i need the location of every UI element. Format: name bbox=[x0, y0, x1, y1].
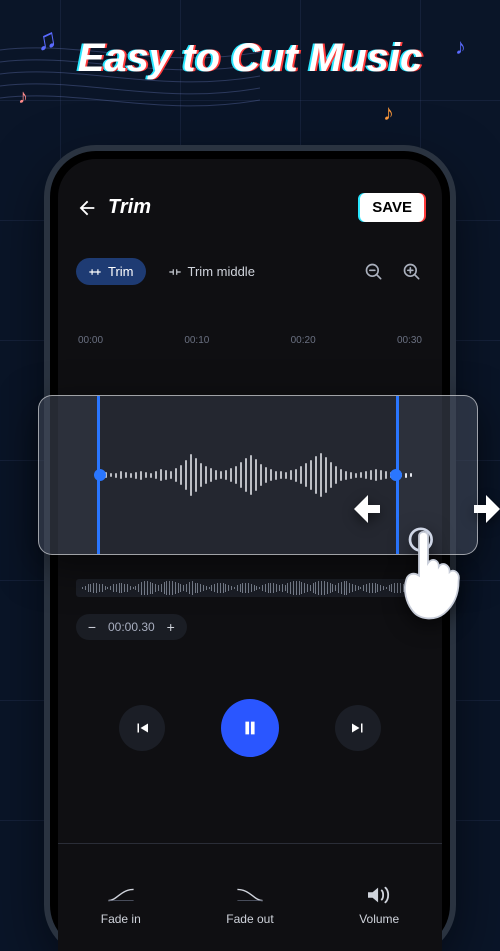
tick-label: 00:30 bbox=[397, 335, 422, 346]
fade-in-button[interactable]: Fade in bbox=[101, 884, 141, 926]
chip-trim[interactable]: Trim bbox=[76, 258, 146, 285]
trim-handle-left[interactable] bbox=[94, 469, 106, 481]
play-pause-button[interactable] bbox=[221, 699, 279, 757]
tick-label: 00:10 bbox=[184, 335, 209, 346]
next-button[interactable] bbox=[335, 705, 381, 751]
page-title: Trim bbox=[108, 196, 151, 219]
music-note-icon: ♪ bbox=[18, 86, 28, 109]
chip-label: Trim bbox=[108, 264, 134, 279]
save-button[interactable]: SAVE bbox=[360, 193, 424, 222]
music-note-icon: ♪ bbox=[383, 100, 394, 126]
previous-button[interactable] bbox=[119, 705, 165, 751]
arrow-left-icon bbox=[340, 485, 388, 533]
screen: Trim SAVE Trim Trim middle bbox=[58, 159, 442, 951]
tick-label: 00:20 bbox=[291, 335, 316, 346]
fade-out-button[interactable]: Fade out bbox=[226, 884, 273, 926]
time-minus-button[interactable]: − bbox=[86, 619, 98, 635]
player-controls bbox=[58, 699, 442, 757]
zoom-in-button[interactable] bbox=[400, 260, 424, 284]
tick-label: 00:00 bbox=[78, 335, 103, 346]
volume-button[interactable]: Volume bbox=[359, 884, 399, 926]
time-plus-button[interactable]: + bbox=[165, 619, 177, 635]
zoom-out-button[interactable] bbox=[362, 260, 386, 284]
mini-waveform[interactable] bbox=[76, 579, 424, 597]
pointer-hand-icon bbox=[392, 527, 482, 627]
timeline-ticks: 00:00 00:10 00:20 00:30 bbox=[76, 335, 424, 346]
toolbar-label: Fade in bbox=[101, 912, 141, 926]
arrow-right-icon bbox=[466, 485, 500, 533]
bottom-toolbar: Fade in Fade out Volume bbox=[58, 843, 442, 951]
chip-label: Trim middle bbox=[188, 264, 255, 279]
time-value: 00:00.30 bbox=[108, 620, 155, 634]
time-stepper[interactable]: − 00:00.30 + bbox=[76, 614, 187, 640]
marketing-headline: Easy to Cut Music bbox=[0, 36, 500, 81]
top-bar: Trim SAVE bbox=[76, 193, 424, 222]
toolbar-label: Fade out bbox=[226, 912, 273, 926]
back-button[interactable] bbox=[76, 197, 98, 219]
mode-chip-row: Trim Trim middle bbox=[76, 258, 424, 285]
phone-frame: Trim SAVE Trim Trim middle bbox=[50, 151, 450, 951]
toolbar-label: Volume bbox=[359, 912, 399, 926]
chip-trim-middle[interactable]: Trim middle bbox=[156, 258, 267, 285]
trim-handle-right[interactable] bbox=[390, 469, 402, 481]
